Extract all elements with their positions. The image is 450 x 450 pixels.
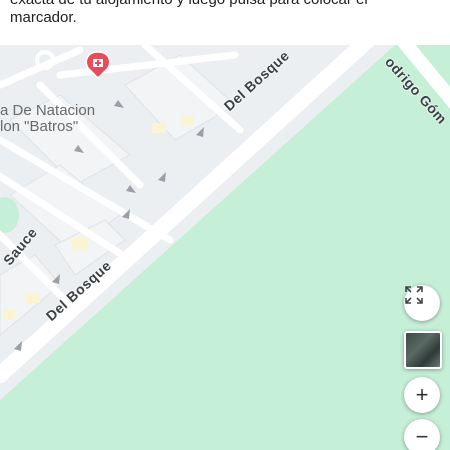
instructions-line-1: exacta de tu alojamiento y luego pulsa p… [10, 0, 368, 8]
satellite-layer-button[interactable] [404, 331, 442, 369]
building [3, 310, 15, 320]
poi-name-line-2: lon "Batros" [0, 118, 79, 135]
instructions-text: exacta de tu alojamiento y luego pulsa p… [0, 0, 450, 45]
instructions-line-2: marcador. [10, 9, 77, 26]
zoom-out-button[interactable]: − [404, 419, 440, 450]
zoom-out-label: − [415, 424, 429, 449]
map-view[interactable]: a De Natacion lon "Batros" Del Bosque De… [0, 45, 450, 450]
zoom-in-button[interactable]: + [404, 377, 440, 413]
building [72, 237, 88, 249]
zoom-in-label: + [415, 382, 429, 407]
poi-name-line-1: a De Natacion [0, 102, 96, 119]
fullscreen-button[interactable] [404, 285, 440, 321]
fullscreen-icon [405, 286, 423, 304]
building [182, 115, 194, 125]
building [152, 123, 166, 133]
building [26, 293, 40, 303]
